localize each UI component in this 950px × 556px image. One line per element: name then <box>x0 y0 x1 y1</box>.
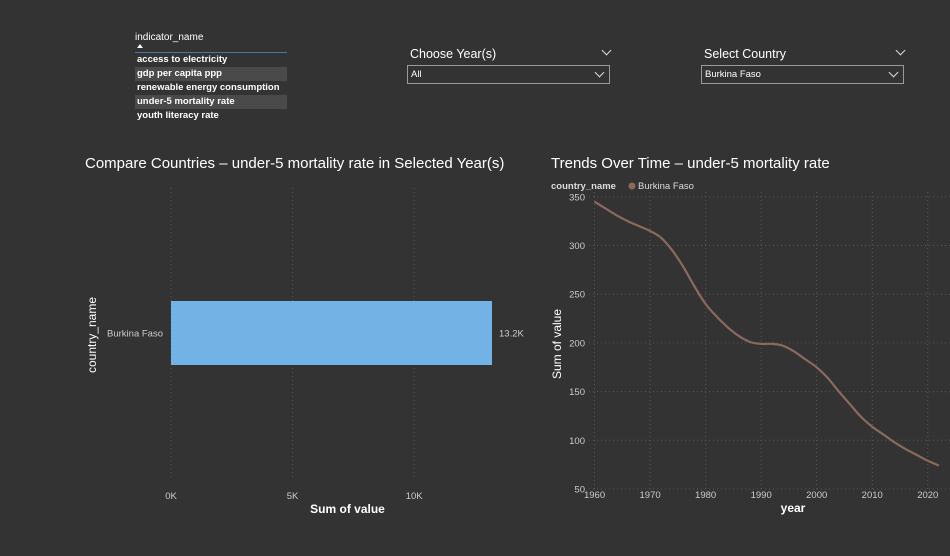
y-tick-label: 150 <box>569 387 585 398</box>
slicer-header: indicator_name <box>135 32 204 43</box>
y-tick-label: 100 <box>569 436 585 447</box>
slicer-item-access-to-electricity[interactable]: access to electricity <box>135 53 287 67</box>
legend-marker <box>628 182 636 190</box>
x-tick-label: 1980 <box>695 490 716 501</box>
legend-item: Burkina Faso <box>638 181 694 192</box>
series-line <box>593 200 940 467</box>
y-tick-label: Burkina Faso <box>107 329 163 340</box>
bar <box>171 301 492 365</box>
country-filter-title: Select Country <box>704 47 786 61</box>
year-filter-title: Choose Year(s) <box>410 47 497 61</box>
data-label: 13.2K <box>499 329 524 340</box>
country-select[interactable]: Burkina Faso <box>701 65 904 84</box>
y-tick-label: 350 <box>569 192 585 203</box>
year-select[interactable]: All <box>407 65 610 84</box>
slicer-item-youth-literacy-rate[interactable]: youth literacy rate <box>135 109 287 123</box>
bar-chart: 0K 5K 10K Burkina Faso 13.2K Sum of value coun… <box>85 188 524 516</box>
chevron-down-icon <box>888 67 899 78</box>
x-tick-label: 2020 <box>917 490 938 501</box>
legend-title: country_name <box>551 181 616 192</box>
x-tick-label: 10K <box>406 491 424 502</box>
sort-ascending-icon[interactable] <box>137 44 143 48</box>
y-axis-title: country_name <box>85 297 99 373</box>
y-axis-title: Sum of value <box>550 309 564 379</box>
country-filter: Select Country Burkina Faso <box>701 45 906 84</box>
slicer-list: access to electricity gdp per capita ppp… <box>135 53 287 123</box>
line-chart: 501001502002503003501960 1970 1980 1990 2000… <box>550 181 950 515</box>
y-tick-label: 200 <box>569 338 585 349</box>
x-tick-label: 0K <box>165 491 177 502</box>
x-tick-label: 1960 <box>584 490 605 501</box>
indicator-slicer: indicator_name access to electricity gdp… <box>135 32 287 121</box>
x-tick-label: 5K <box>287 491 299 502</box>
slicer-item-under-5-mortality-rate[interactable]: under-5 mortality rate <box>135 95 287 109</box>
line-chart-title: Trends Over Time – under-5 mortality rat… <box>551 155 830 172</box>
year-filter: Choose Year(s) All <box>407 45 612 84</box>
slicer-item-gdp-per-capita-ppp[interactable]: gdp per capita ppp <box>135 67 287 81</box>
x-tick-label: 1990 <box>751 490 772 501</box>
x-tick-label: 2010 <box>862 490 883 501</box>
y-tick-label: 300 <box>569 241 585 252</box>
y-tick-label: 250 <box>569 290 585 301</box>
x-axis-title: Sum of value <box>310 502 385 516</box>
x-tick-label: 1970 <box>640 490 661 501</box>
year-select-value: All <box>411 69 422 80</box>
bar-chart-title: Compare Countries – under-5 mortality ra… <box>85 155 505 172</box>
slicer-item-renewable-energy-consumption[interactable]: renewable energy consumption <box>135 81 287 95</box>
chevron-down-icon <box>594 67 605 78</box>
country-select-value: Burkina Faso <box>705 69 761 80</box>
x-tick-label: 2000 <box>806 490 827 501</box>
x-axis-title: year <box>781 501 806 515</box>
